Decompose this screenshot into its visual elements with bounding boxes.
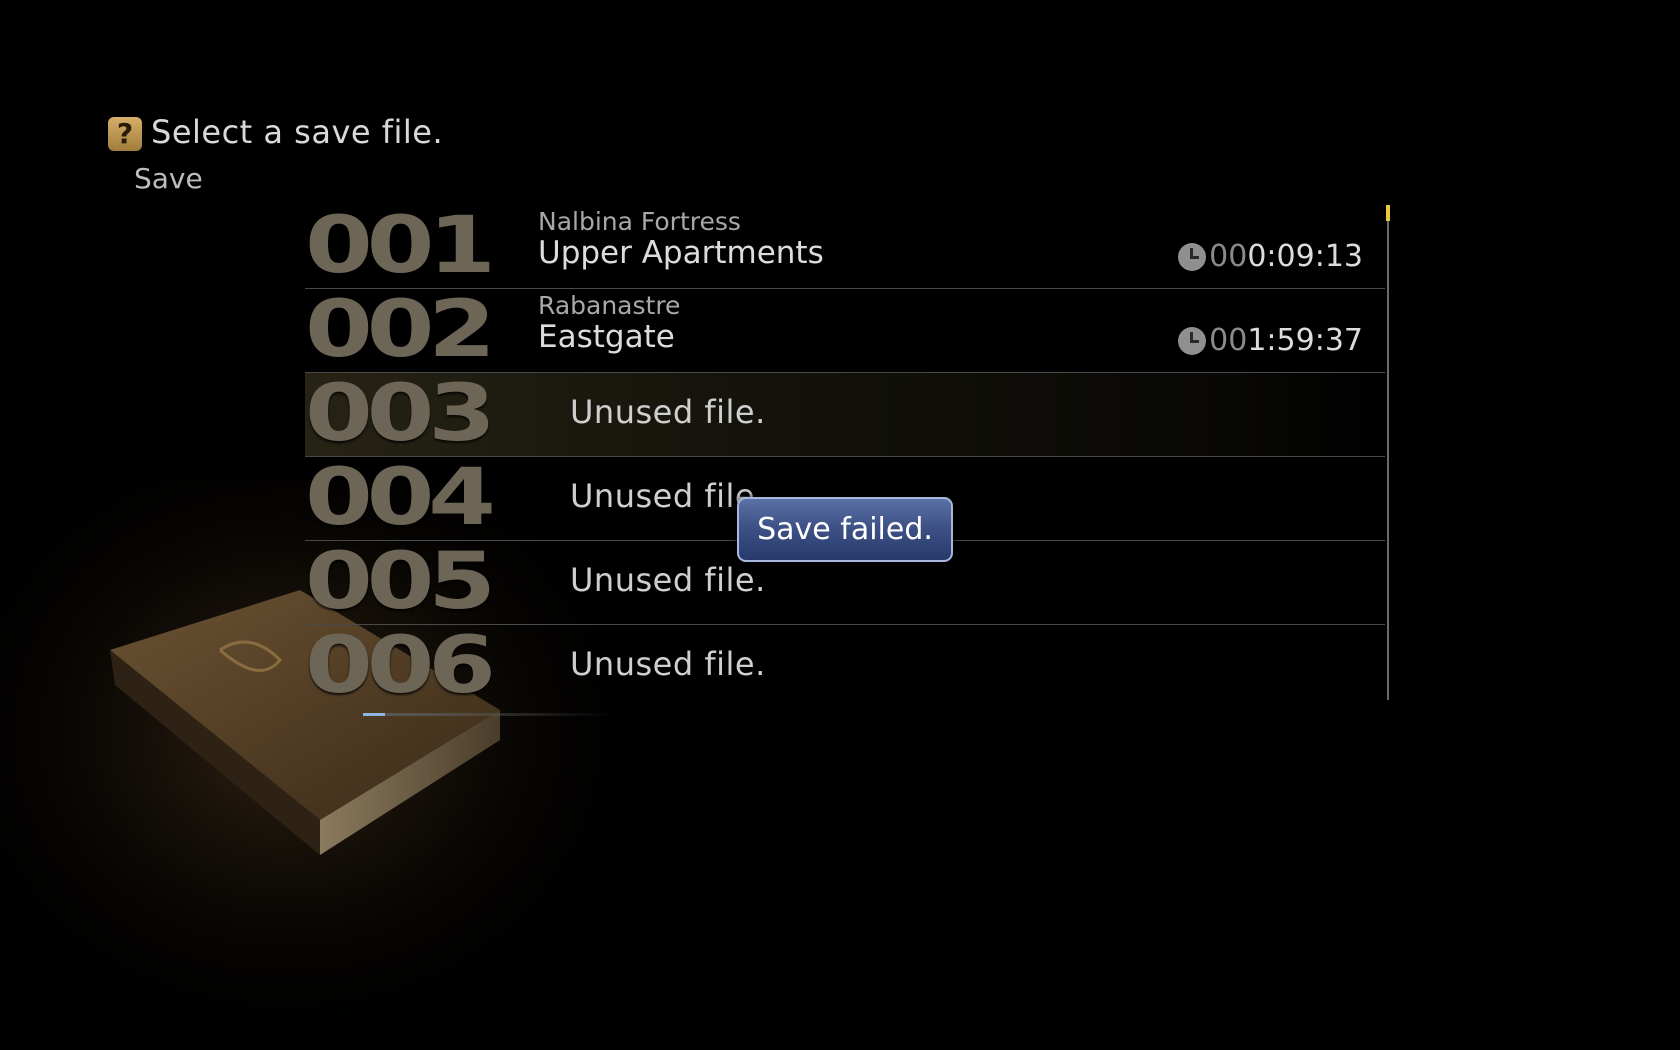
- playtime-leading-digits: 00: [1209, 239, 1248, 274]
- slot-region: Rabanastre: [538, 291, 681, 320]
- slot-empty-label: Unused file.: [570, 561, 766, 599]
- playtime-leading-digits: 00: [1209, 323, 1248, 358]
- slot-empty-label: Unused file.: [570, 645, 766, 683]
- save-slot-006[interactable]: 006 Unused file.: [305, 625, 1385, 708]
- mode-label: Save: [134, 162, 203, 195]
- save-screen: ? Select a save file. Save 001 Nalbina F…: [0, 0, 1680, 1050]
- save-slot-002[interactable]: 002 Rabanastre Eastgate 00 1:59:37: [305, 289, 1385, 373]
- slot-number: 004: [305, 453, 496, 543]
- save-failed-dialog[interactable]: Save failed.: [737, 497, 953, 562]
- save-slot-001[interactable]: 001 Nalbina Fortress Upper Apartments 00…: [305, 205, 1385, 289]
- slot-region: Nalbina Fortress: [538, 207, 741, 236]
- clock-icon: [1178, 326, 1207, 355]
- slot-area: Upper Apartments: [538, 235, 824, 271]
- prompt-text: Select a save file.: [151, 113, 444, 151]
- question-mark-icon: ?: [108, 117, 142, 151]
- slot-area: Eastgate: [538, 319, 675, 355]
- save-slot-003[interactable]: 003 Unused file.: [305, 373, 1385, 457]
- save-file-list: 001 Nalbina Fortress Upper Apartments 00…: [305, 205, 1385, 708]
- clock-icon: [1178, 242, 1207, 271]
- scrollbar-thumb[interactable]: [1386, 205, 1390, 221]
- slot-number: 006: [305, 621, 496, 711]
- slot-empty-label: Unused file.: [570, 393, 766, 431]
- slot-playtime: 00 1:59:37: [1178, 323, 1363, 358]
- playtime-value: 0:09:13: [1247, 239, 1363, 274]
- slot-number: 005: [305, 537, 496, 627]
- slot-number: 001: [305, 201, 496, 291]
- scrollbar-track[interactable]: [1387, 205, 1389, 700]
- page-indicator-thumb: [363, 713, 385, 716]
- page-indicator-track: [363, 713, 613, 716]
- slot-number: 002: [305, 285, 496, 375]
- slot-playtime: 00 0:09:13: [1178, 239, 1363, 274]
- slot-number: 003: [305, 369, 496, 459]
- playtime-value: 1:59:37: [1247, 323, 1363, 358]
